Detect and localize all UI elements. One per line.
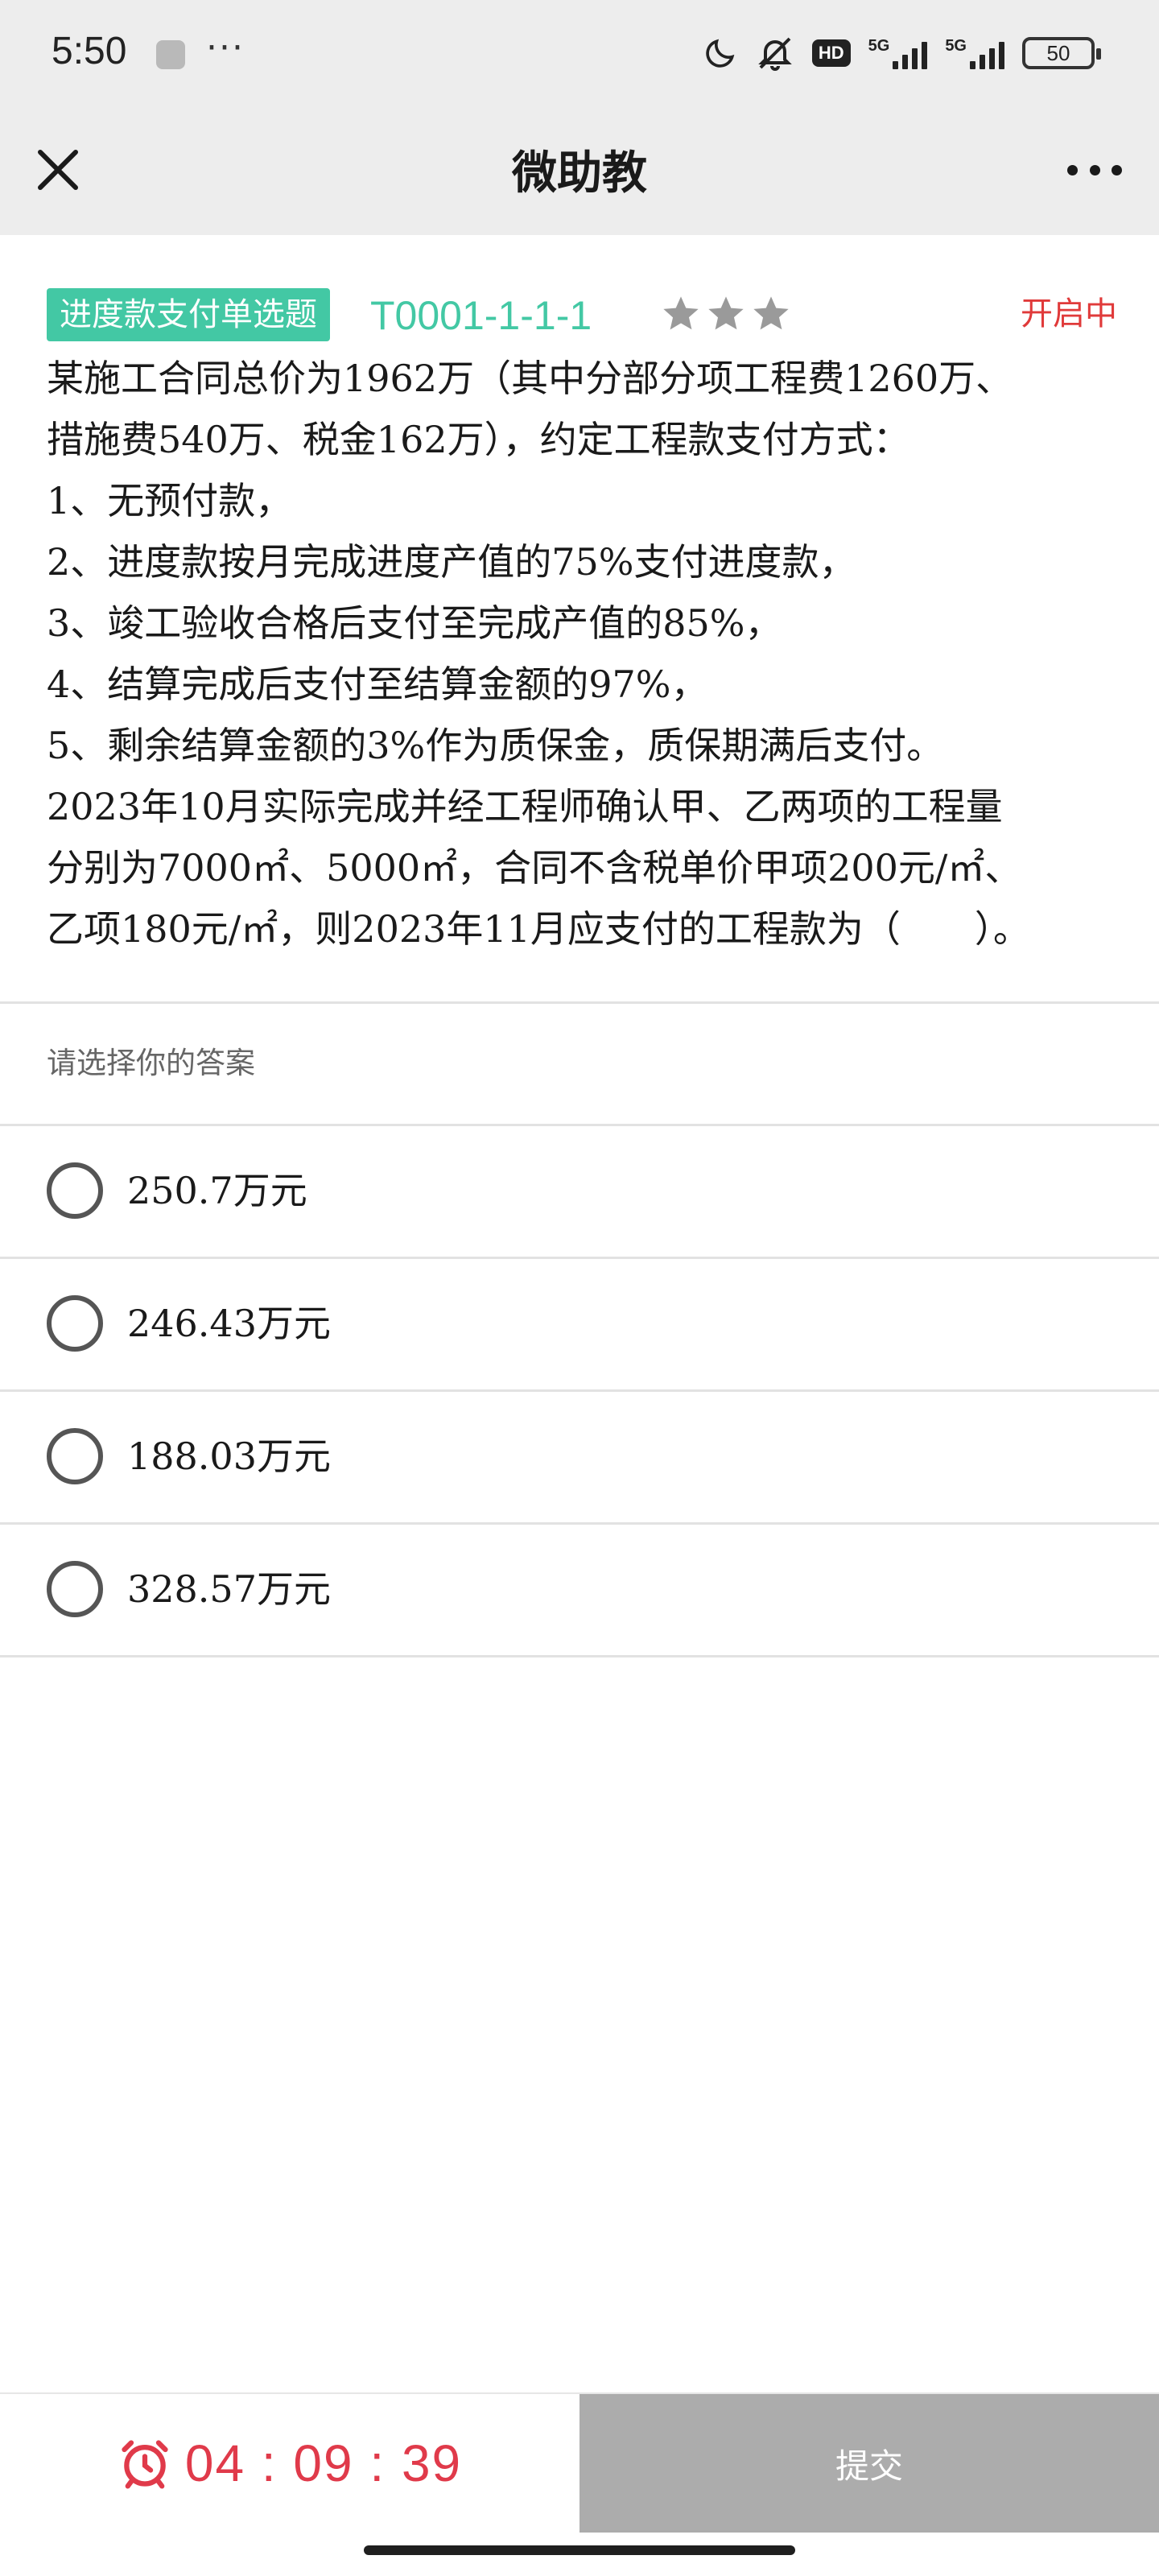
notification-app-icon (156, 40, 185, 69)
nav-bar: 微助教 (0, 105, 1159, 235)
question-code: T0001-1-1-1 (370, 293, 592, 338)
signal-group-1: 5G (868, 37, 928, 69)
divider (0, 1001, 1159, 1004)
bell-off-icon (756, 34, 794, 72)
difficulty-stars (660, 293, 792, 335)
question-status: 开启中 (1021, 295, 1117, 332)
question-line: 乙项180元/㎡，则2023年11月应支付的工程款为（ ）。 (47, 907, 1030, 951)
answer-prompt: 请选择你的答案 (47, 1046, 255, 1080)
status-bar: 5:50 ··· HD 5G 5G 50 (0, 0, 1159, 105)
radio-button[interactable] (47, 1428, 103, 1484)
question-line: 3、竣工验收合格后支付至完成产值的85%， (47, 601, 782, 645)
signal-group-2: 5G (945, 37, 1004, 69)
signal-icon (970, 37, 1004, 69)
status-time: 5:50 (52, 30, 127, 72)
bottom-bar: 04 : 09 : 39 提交 (0, 2392, 1159, 2533)
countdown-timer: 04 : 09 : 39 (0, 2394, 580, 2533)
divider (0, 1655, 1159, 1657)
option-label: 328.57万元 (127, 1567, 331, 1611)
option-a[interactable]: 250.7万元 (0, 1126, 1159, 1257)
question-line: 2、进度款按月完成进度产值的75%支付进度款， (47, 540, 856, 584)
question-line: 2023年10月实际完成并经工程师确认甲、乙两项的工程量 (47, 785, 1003, 828)
radio-button[interactable] (47, 1561, 103, 1617)
option-c[interactable]: 188.03万元 (0, 1392, 1159, 1522)
question-line: 5、剩余结算金额的3%作为质保金，质保期满后支付。 (47, 724, 944, 767)
question-card: 进度款支付单选题 T0001-1-1-1 开启中 某施工合同总价为1962万（其… (0, 235, 1159, 1000)
signal-icon (893, 37, 928, 69)
battery-icon: 50 (1022, 37, 1101, 69)
more-button[interactable] (1062, 141, 1127, 199)
question-text: 某施工合同总价为1962万（其中分部分项工程费1260万、 措施费540万、税金… (47, 348, 1117, 960)
status-icons: HD 5G 5G 50 (703, 29, 1101, 77)
question-line: 1、无预付款， (47, 479, 293, 522)
option-label: 250.7万元 (127, 1169, 307, 1212)
question-line: 分别为7000㎡、5000㎡，合同不含税单价甲项200元/㎡、 (47, 846, 1022, 890)
radio-button[interactable] (47, 1295, 103, 1352)
question-type-tag: 进度款支付单选题 (47, 288, 330, 341)
battery-level: 50 (1046, 40, 1070, 65)
option-d[interactable]: 328.57万元 (0, 1525, 1159, 1655)
option-label: 246.43万元 (127, 1302, 331, 1345)
more-icon (1067, 164, 1078, 175)
star-icon (663, 296, 699, 330)
question-line: 某施工合同总价为1962万（其中分部分项工程费1260万、 (47, 357, 1013, 400)
moon-icon (703, 35, 738, 71)
star-icon (753, 296, 789, 330)
option-b[interactable]: 246.43万元 (0, 1259, 1159, 1389)
option-label: 188.03万元 (127, 1435, 331, 1478)
status-more-icon: ··· (206, 27, 245, 68)
hd-badge: HD (811, 39, 851, 67)
question-line: 4、结算完成后支付至结算金额的97%， (47, 663, 708, 706)
star-icon (708, 296, 744, 330)
question-line: 措施费540万、税金162万），约定工程款支付方式： (47, 418, 910, 461)
home-indicator[interactable] (364, 2545, 795, 2555)
page-title: 微助教 (512, 147, 647, 200)
alarm-clock-icon (122, 2440, 168, 2489)
question-header: 进度款支付单选题 T0001-1-1-1 开启中 (47, 288, 1117, 345)
network-type-1: 5G (868, 37, 890, 55)
radio-button[interactable] (47, 1162, 103, 1219)
submit-button[interactable]: 提交 (580, 2394, 1159, 2533)
network-type-2: 5G (945, 37, 967, 55)
timer-text: 04 : 09 : 39 (184, 2434, 463, 2492)
